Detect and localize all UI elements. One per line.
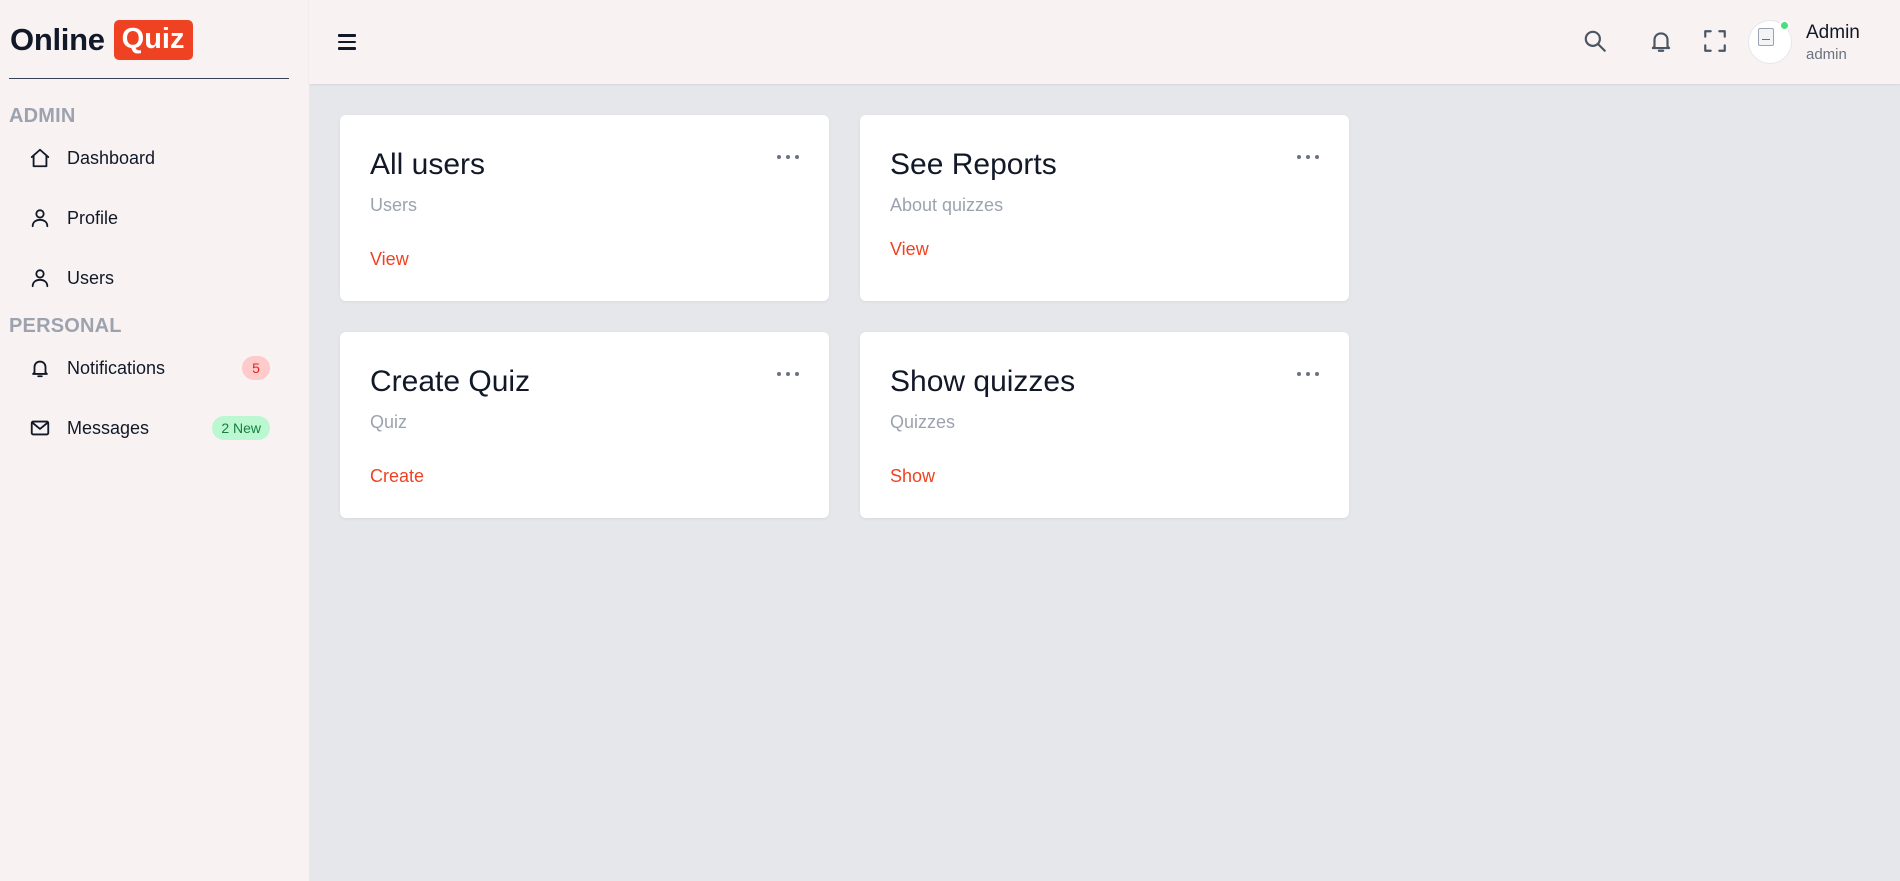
card-subtitle: Quizzes — [890, 412, 956, 432]
card-title: See Reports — [890, 148, 1057, 181]
create-quiz-link[interactable]: Create — [370, 466, 424, 487]
sidebar-item-profile[interactable]: Profile — [28, 198, 270, 238]
sidebar-item-label: Users — [67, 267, 115, 288]
card-subtitle: Users — [370, 195, 418, 215]
bell-icon[interactable] — [1646, 26, 1676, 56]
show-quizzes-link[interactable]: Show — [890, 466, 935, 487]
card-title: Create Quiz — [370, 365, 531, 398]
logo-divider — [9, 78, 289, 79]
user-role: admin — [1806, 46, 1847, 63]
home-icon — [28, 146, 52, 170]
sidebar-item-messages[interactable]: Messages 2 New — [28, 408, 270, 448]
topbar: Admin admin — [309, 0, 1900, 84]
online-status-dot — [1779, 20, 1790, 31]
sidebar-item-users[interactable]: Users — [28, 258, 270, 298]
broken-image-icon — [1758, 28, 1774, 46]
card-show-quizzes: Show quizzes Quizzes Show — [860, 332, 1349, 518]
bell-icon — [28, 356, 52, 380]
sidebar-item-label: Dashboard — [67, 147, 156, 168]
fullscreen-icon[interactable] — [1700, 26, 1730, 56]
logo[interactable]: Online Quiz — [10, 20, 193, 60]
view-users-link[interactable]: View — [370, 249, 409, 270]
sidebar: Online Quiz ADMIN Dashboard Profile User… — [0, 0, 309, 881]
search-icon[interactable] — [1580, 26, 1610, 56]
user-name[interactable]: Admin — [1806, 22, 1860, 44]
menu-icon[interactable] — [338, 27, 362, 57]
avatar[interactable] — [1748, 20, 1792, 64]
card-all-users: All users Users View — [340, 115, 829, 301]
more-options-icon[interactable] — [777, 153, 799, 161]
logo-text-online: Online — [10, 22, 105, 57]
sidebar-item-notifications[interactable]: Notifications 5 — [28, 348, 270, 388]
card-create-quiz: Create Quiz Quiz Create — [340, 332, 829, 518]
section-label-admin: ADMIN — [9, 105, 76, 127]
more-options-icon[interactable] — [777, 370, 799, 378]
messages-badge: 2 New — [212, 416, 270, 440]
sidebar-item-dashboard[interactable]: Dashboard — [28, 138, 270, 178]
user-icon — [28, 206, 52, 230]
card-title: Show quizzes — [890, 365, 1076, 398]
section-label-personal: PERSONAL — [9, 315, 122, 337]
user-icon — [28, 266, 52, 290]
notifications-badge: 5 — [242, 356, 270, 380]
more-options-icon[interactable] — [1297, 153, 1319, 161]
sidebar-item-label: Profile — [67, 207, 119, 228]
card-subtitle: About quizzes — [890, 195, 1004, 215]
mail-icon — [28, 416, 52, 440]
card-title: All users — [370, 148, 486, 181]
more-options-icon[interactable] — [1297, 370, 1319, 378]
logo-text-quiz: Quiz — [113, 20, 193, 60]
sidebar-item-label: Messages — [67, 417, 150, 438]
card-subtitle: Quiz — [370, 412, 408, 432]
card-see-reports: See Reports About quizzes View — [860, 115, 1349, 301]
view-reports-link[interactable]: View — [890, 239, 929, 260]
sidebar-item-label: Notifications — [67, 357, 166, 378]
